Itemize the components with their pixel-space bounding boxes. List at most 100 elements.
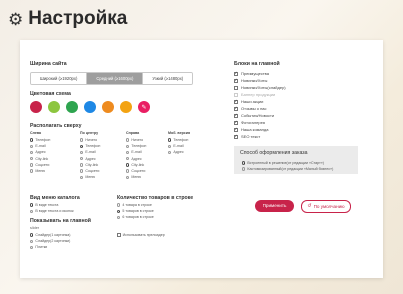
home-block-item[interactable]: ✓ SEO текст [234, 133, 286, 140]
radio-button[interactable] [80, 156, 84, 161]
checkbox[interactable]: ✓ [234, 106, 238, 111]
radio-button[interactable] [30, 163, 34, 167]
radio-button[interactable] [126, 150, 130, 155]
radio-button[interactable] [30, 156, 34, 161]
catalog-view-label: Вид меню каталога [30, 195, 80, 201]
default-button-label: По умолчанию [313, 204, 345, 209]
color-scheme-label: Цветовая схема [30, 91, 71, 97]
checkbox[interactable]: ✓ [234, 78, 238, 83]
radio-button[interactable] [80, 175, 84, 179]
slider-caption: slider [30, 226, 40, 230]
checkbox[interactable]: ✓ [234, 113, 238, 118]
undo-icon: ↺ [307, 203, 312, 209]
layout-column: Телефон E-mail Адрес [168, 137, 188, 156]
radio-button[interactable] [117, 215, 121, 220]
color-swatch[interactable] [30, 101, 42, 113]
gear-icon: ⚙ [8, 9, 24, 29]
layout-column-title: Слева [30, 131, 41, 135]
home-block-item[interactable]: ✓ Преимущества [234, 70, 286, 77]
radio-button[interactable] [126, 163, 130, 167]
radio-button[interactable] [117, 203, 121, 207]
site-width-label: Ширина сайта [30, 61, 67, 67]
catalog-view-option-text-icons[interactable]: В виде текста и иконок [30, 208, 74, 214]
layout-option[interactable]: Меню [126, 174, 146, 180]
color-swatch[interactable]: ✎ [138, 101, 150, 113]
top-layout-label: Располагать сверху [30, 123, 82, 129]
default-button[interactable]: ↺ По умолчанию [301, 200, 351, 213]
radio-button[interactable] [126, 175, 130, 179]
radio-button[interactable] [168, 138, 172, 142]
radio-button[interactable] [168, 144, 172, 148]
color-swatch[interactable] [102, 101, 114, 113]
radio-button[interactable] [30, 245, 34, 250]
radio-button[interactable] [126, 156, 130, 161]
radio-button[interactable] [80, 163, 84, 167]
eyedropper-icon: ✎ [141, 104, 147, 111]
radio-button[interactable] [242, 167, 246, 171]
layout-option[interactable]: Адрес [168, 149, 188, 155]
site-width-option-medium[interactable]: Средний (≥1600px) [87, 73, 144, 84]
radio-button[interactable] [126, 144, 130, 148]
layout-option[interactable]: Меню [80, 174, 100, 180]
page-title: Настройка [28, 8, 128, 29]
home-block-item[interactable]: ✓ Наша команда [234, 126, 286, 133]
home-block-item[interactable]: ✓ Фотогалерея [234, 119, 286, 126]
site-width-option-wide[interactable]: Широкий (≥1920px) [31, 73, 88, 84]
radio-button[interactable] [80, 138, 84, 142]
page-header: ⚙ Настройка [8, 8, 127, 30]
radio-button[interactable] [30, 138, 34, 142]
per-row-option-6[interactable]: 6 товаров в строке [117, 214, 154, 220]
order-style-label: Способ оформления заказа [240, 150, 308, 156]
layout-option[interactable]: Меню [30, 168, 50, 174]
checkbox[interactable]: ✓ [234, 99, 238, 104]
checkbox[interactable] [234, 85, 238, 90]
layout-column: Ничего Телефон E-mail Адрес City-link Соцсети… [80, 137, 100, 180]
checkbox[interactable]: ✓ [234, 134, 238, 139]
products-per-row-label: Количество товаров в строке [117, 195, 194, 201]
home-block-item[interactable]: ✓ Наши акции [234, 98, 286, 105]
radio-button[interactable] [117, 209, 121, 213]
color-swatches: ✎ [30, 101, 150, 113]
radio-button[interactable] [30, 209, 34, 213]
settings-panel: Ширина сайта Широкий (≥1920px) Средний (… [20, 40, 383, 278]
show-main-label: Показывать на главной [30, 218, 91, 224]
home-blocks-list: ✓ Преимущества ✓ Новинки/Хиты Новинки/Хиты(с… [234, 70, 286, 140]
apply-button[interactable]: Применить [255, 200, 294, 212]
home-block-item[interactable]: ✓ События/Новости [234, 112, 286, 119]
color-swatch[interactable] [84, 101, 96, 113]
radio-button[interactable] [168, 150, 172, 155]
home-block-item[interactable]: ✓ Новинки/Хиты [234, 77, 286, 84]
radio-button[interactable] [30, 239, 34, 243]
radio-button[interactable] [30, 203, 34, 207]
checkbox[interactable]: ✓ [234, 127, 238, 132]
home-block-item[interactable]: Баннер продукции [234, 91, 286, 98]
radio-button[interactable] [30, 233, 34, 237]
show-main-option-tiles[interactable]: Плитки [30, 244, 70, 250]
color-swatch[interactable] [66, 101, 78, 113]
home-blocks-label: Блоки на главной [234, 61, 280, 67]
radio-button[interactable] [80, 169, 84, 173]
home-block-item[interactable]: ✓ Отзывы о нас [234, 105, 286, 112]
checkbox[interactable] [234, 92, 238, 97]
radio-button[interactable] [30, 169, 34, 173]
radio-button[interactable] [126, 138, 130, 142]
preloader-checkbox[interactable] [117, 233, 121, 237]
preloader-checkbox-row[interactable]: Использовать прелоадер [117, 232, 165, 238]
radio-button[interactable] [30, 150, 34, 155]
radio-button[interactable] [80, 150, 84, 155]
site-width-option-narrow[interactable]: Узкий (≥1480px) [143, 73, 193, 84]
layout-column-title: Справа [126, 131, 140, 135]
home-block-item[interactable]: Новинки/Хиты(слайдер) [234, 84, 286, 91]
checkbox[interactable]: ✓ [234, 120, 238, 125]
radio-button[interactable] [30, 144, 34, 148]
checkbox[interactable]: ✓ [234, 71, 238, 76]
layout-column-title: По центру [80, 131, 99, 135]
radio-button[interactable] [242, 161, 246, 165]
radio-button[interactable] [126, 169, 130, 173]
layout-column: Телефон E-mail Адрес City-link Соцсети Меню [30, 137, 50, 174]
color-swatch[interactable] [48, 101, 60, 113]
order-style-option-custom[interactable]: Кастомизированный(от редакции «Малый биз… [242, 166, 333, 172]
color-swatch[interactable] [120, 101, 132, 113]
radio-button[interactable] [80, 144, 84, 148]
layout-column: Ничего Телефон E-mail Адрес City-link Соцсети… [126, 137, 146, 180]
